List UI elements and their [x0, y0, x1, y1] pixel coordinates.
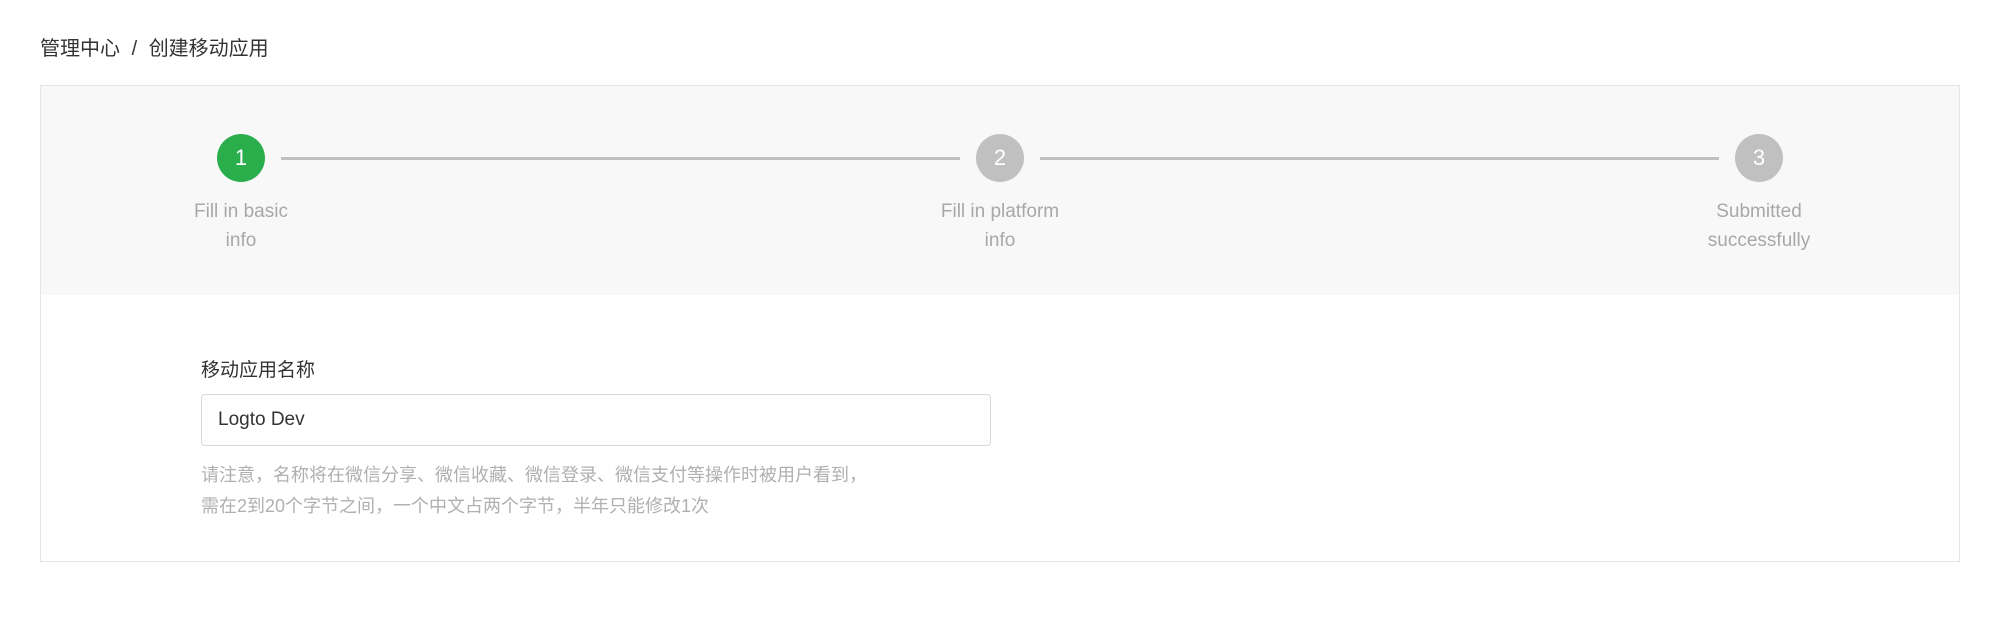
breadcrumb-current: 创建移动应用 [149, 38, 269, 60]
breadcrumb-separator: / [132, 38, 138, 60]
step-connector-2-3 [1040, 157, 1719, 160]
stepper: 1 Fill in basic info 2 Fill in platform … [41, 86, 1959, 295]
app-name-input[interactable] [201, 394, 991, 446]
step-connector-1-2 [281, 157, 960, 160]
breadcrumb-root[interactable]: 管理中心 [40, 38, 120, 60]
step-2: 2 Fill in platform info [920, 134, 1080, 255]
step-1: 1 Fill in basic info [161, 134, 321, 255]
step-3: 3 Submitted successfully [1679, 134, 1839, 255]
step-1-label: Fill in basic info [194, 198, 288, 255]
step-2-circle: 2 [976, 134, 1024, 182]
form-group-app-name: 移动应用名称 请注意，名称将在微信分享、微信收藏、微信登录、微信支付等操作时被用… [201, 355, 991, 521]
content-panel: 1 Fill in basic info 2 Fill in platform … [40, 85, 1960, 562]
step-3-circle: 3 [1735, 134, 1783, 182]
step-1-circle: 1 [217, 134, 265, 182]
app-name-label: 移动应用名称 [201, 355, 991, 382]
step-3-label: Submitted successfully [1708, 198, 1810, 255]
step-2-label: Fill in platform info [941, 198, 1059, 255]
form-area: 移动应用名称 请注意，名称将在微信分享、微信收藏、微信登录、微信支付等操作时被用… [41, 295, 1959, 561]
breadcrumb: 管理中心 / 创建移动应用 [0, 0, 2000, 85]
app-name-help: 请注意，名称将在微信分享、微信收藏、微信登录、微信支付等操作时被用户看到， 需在… [201, 460, 991, 521]
